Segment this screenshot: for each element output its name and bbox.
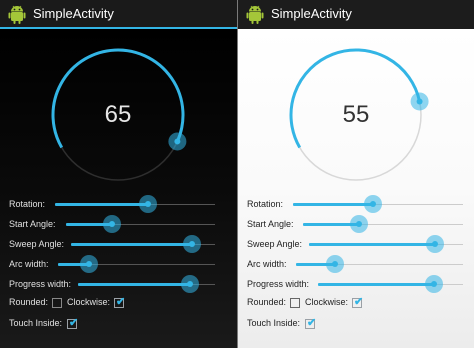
sweep-angle-slider-fill — [71, 243, 192, 246]
checkmark-icon: ✔ — [354, 296, 364, 308]
arc-width-slider-thumb[interactable] — [326, 255, 344, 273]
clockwise-label: Clockwise: — [67, 297, 111, 307]
arc-progress — [289, 48, 422, 149]
rounded-label: Rounded: — [247, 297, 287, 307]
arc-width-label: Arc width: — [9, 259, 49, 269]
sweep-angle-slider-thumb[interactable] — [183, 235, 201, 253]
rotation-label: Rotation: — [247, 199, 284, 209]
touch-inside-label: Touch Inside: — [9, 318, 63, 328]
progress-width-label: Progress width: — [247, 279, 310, 289]
rotation-slider-fill — [55, 203, 148, 206]
start-angle-slider-thumb[interactable] — [350, 215, 368, 233]
arc-value-display: 55 — [342, 101, 370, 128]
sweep-angle-slider-thumb[interactable] — [426, 235, 444, 253]
sweep-angle-label: Sweep Angle: — [9, 239, 65, 249]
arc-thumb[interactable] — [410, 92, 429, 111]
touch-inside-checkbox[interactable]: ✔ — [305, 317, 317, 329]
rounded-checkbox[interactable] — [52, 298, 62, 308]
light-theme-panel: SimpleActivity 55 Rotation: Start Angle:… — [238, 0, 474, 348]
clockwise-checkbox[interactable]: ✔ — [352, 296, 364, 308]
rounded-checkbox[interactable] — [290, 298, 300, 308]
clockwise-checkbox[interactable]: ✔ — [114, 296, 126, 308]
sweep-angle-label: Sweep Angle: — [247, 239, 303, 249]
progress-width-slider-thumb[interactable] — [425, 275, 443, 293]
clockwise-label: Clockwise: — [305, 297, 349, 307]
touch-inside-checkbox[interactable]: ✔ — [67, 317, 79, 329]
checkmark-icon: ✔ — [307, 317, 317, 329]
checkmark-icon: ✔ — [69, 317, 79, 329]
rotation-slider-fill — [293, 203, 373, 206]
rotation-slider-thumb[interactable] — [139, 195, 157, 213]
progress-width-slider-thumb[interactable] — [181, 275, 199, 293]
rotation-slider-thumb[interactable] — [364, 195, 382, 213]
arc-width-slider-thumb[interactable] — [80, 255, 98, 273]
arc-width-label: Arc width: — [247, 259, 287, 269]
touch-inside-label: Touch Inside: — [247, 318, 301, 328]
start-angle-slider-thumb[interactable] — [103, 215, 121, 233]
progress-width-slider-fill — [318, 283, 434, 286]
dark-theme-panel: SimpleActivity 65 Rotation: Start Angle:… — [0, 0, 237, 348]
start-angle-label: Start Angle: — [9, 219, 56, 229]
start-angle-label: Start Angle: — [247, 219, 294, 229]
arc-progress — [51, 48, 185, 149]
arc-value-display: 65 — [104, 101, 132, 128]
arc-thumb[interactable] — [168, 132, 187, 151]
sweep-angle-slider-fill — [309, 243, 435, 246]
progress-width-slider-fill — [78, 283, 190, 286]
checkmark-icon: ✔ — [116, 296, 126, 308]
rotation-label: Rotation: — [9, 199, 46, 209]
rounded-label: Rounded: — [9, 297, 49, 307]
progress-width-label: Progress width: — [9, 279, 72, 289]
